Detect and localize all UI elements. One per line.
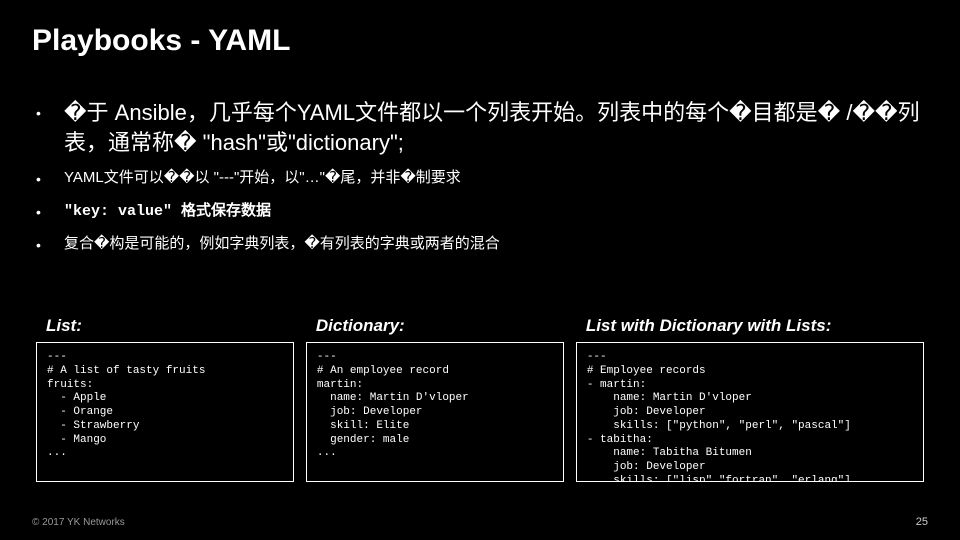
column-heading: Dictionary: [316,316,564,336]
bullet-item: • YAML文件可以��以 "---"开始，以"…"�尾，并非�制要求 [36,167,920,190]
code-block: --- # Employee records - martin: name: M… [576,342,924,482]
bullet-text: "key: value" 格式保存数据 [64,200,271,224]
bullet-text: �于 Ansible，几乎每个YAML文件都以一个列表开始。列表中的每个�目都是… [64,98,920,157]
column-dictionary: Dictionary: --- # An employee record mar… [306,316,564,482]
bullet-dot: • [36,200,64,224]
bullet-text: 复合�构是可能的，例如字典列表，�有列表的字典或两者的混合 [64,233,500,256]
column-list: List: --- # A list of tasty fruits fruit… [36,316,294,482]
bullet-item: • �于 Ansible，几乎每个YAML文件都以一个列表开始。列表中的每个�目… [36,98,920,157]
bullet-dot: • [36,98,64,157]
code-block: --- # An employee record martin: name: M… [306,342,564,482]
slide-title: Playbooks - YAML [32,24,290,58]
bullet-text: YAML文件可以��以 "---"开始，以"…"�尾，并非�制要求 [64,167,461,190]
bullet-dot: • [36,233,64,256]
page-number: 25 [916,516,928,528]
bullet-item: • "key: value" 格式保存数据 [36,200,920,224]
code-columns: List: --- # A list of tasty fruits fruit… [36,316,924,482]
code-block: --- # A list of tasty fruits fruits: - A… [36,342,294,482]
column-heading: List: [46,316,294,336]
bullet-item: • 复合�构是可能的，例如字典列表，�有列表的字典或两者的混合 [36,233,920,256]
column-heading: List with Dictionary with Lists: [586,316,924,336]
column-list-dict: List with Dictionary with Lists: --- # E… [576,316,924,482]
copyright: © 2017 YK Networks [32,517,125,528]
bullet-list: • �于 Ansible，几乎每个YAML文件都以一个列表开始。列表中的每个�目… [36,98,920,266]
bullet-dot: • [36,167,64,190]
